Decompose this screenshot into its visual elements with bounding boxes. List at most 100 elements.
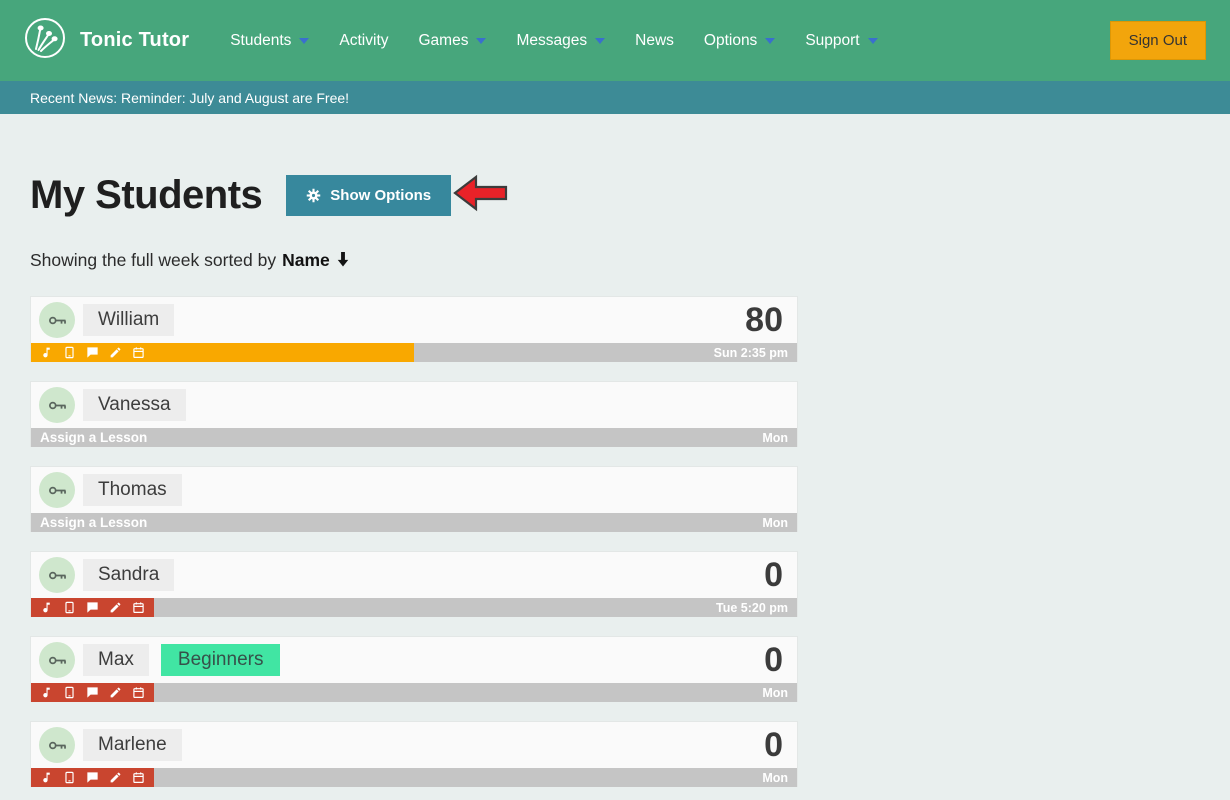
student-row-top: Thomas bbox=[31, 467, 797, 513]
page-title: My Students bbox=[30, 173, 262, 218]
comment-icon[interactable] bbox=[86, 346, 99, 359]
tablet-icon[interactable] bbox=[63, 686, 76, 699]
student-name[interactable]: Sandra bbox=[83, 559, 174, 591]
nav-item-news[interactable]: News bbox=[620, 0, 689, 81]
calendar-icon[interactable] bbox=[132, 771, 145, 784]
nav-item-students[interactable]: Students bbox=[215, 0, 324, 81]
activity-bar: Tue 5:20 pm bbox=[31, 598, 797, 617]
tablet-icon[interactable] bbox=[63, 601, 76, 614]
title-row: My Students Show Options bbox=[30, 172, 1200, 219]
tonic-tutor-notes-logo[interactable] bbox=[24, 17, 80, 64]
last-activity-time: Mon bbox=[762, 431, 788, 445]
show-options-button[interactable]: Show Options bbox=[286, 175, 451, 216]
assign-lesson-link[interactable]: Assign a Lesson bbox=[40, 515, 147, 530]
news-banner: Recent News: Reminder: July and August a… bbox=[0, 81, 1230, 114]
comment-icon[interactable] bbox=[86, 771, 99, 784]
activity-bar: Sun 2:35 pm bbox=[31, 343, 797, 362]
student-name[interactable]: Vanessa bbox=[83, 389, 186, 421]
student-row-top: Vanessa bbox=[31, 382, 797, 428]
last-activity-time: Mon bbox=[762, 771, 788, 785]
music-note-icon[interactable] bbox=[40, 601, 53, 614]
last-activity-time: Mon bbox=[762, 516, 788, 530]
nav-item-activity[interactable]: Activity bbox=[324, 0, 403, 81]
nav-item-label: Messages bbox=[516, 32, 587, 50]
app-header: Tonic Tutor Students Activity Games Mess… bbox=[0, 0, 1230, 81]
nav-item-label: Options bbox=[704, 32, 757, 50]
activity-bar-track: Sun 2:35 pm bbox=[414, 343, 797, 362]
student-row-top: Max Beginners 0 bbox=[31, 637, 797, 683]
student-row: Max Beginners 0 bbox=[30, 636, 798, 702]
pencil-icon[interactable] bbox=[109, 346, 122, 359]
last-activity-time: Mon bbox=[762, 686, 788, 700]
activity-bar: Mon bbox=[31, 683, 797, 702]
calendar-icon[interactable] bbox=[132, 346, 145, 359]
score-value: 0 bbox=[764, 641, 783, 680]
key-icon bbox=[39, 727, 75, 763]
student-row-top: Marlene 0 bbox=[31, 722, 797, 768]
pencil-icon[interactable] bbox=[109, 771, 122, 784]
tablet-icon[interactable] bbox=[63, 771, 76, 784]
tablet-icon[interactable] bbox=[63, 346, 76, 359]
progress-bar-segment bbox=[31, 598, 154, 617]
activity-bar: Assign a Lesson Mon bbox=[31, 428, 797, 447]
nav-item-options[interactable]: Options bbox=[689, 0, 790, 81]
nav-item-label: Students bbox=[230, 32, 291, 50]
student-row: Sandra 0 bbox=[30, 551, 798, 617]
brand-title[interactable]: Tonic Tutor bbox=[80, 29, 189, 52]
list-subtitle: Showing the full week sorted by Name bbox=[30, 249, 1200, 272]
last-activity-time: Tue 5:20 pm bbox=[716, 601, 788, 615]
gear-icon bbox=[306, 188, 321, 203]
student-row: William 80 bbox=[30, 296, 798, 362]
music-note-icon[interactable] bbox=[40, 346, 53, 359]
student-name[interactable]: Marlene bbox=[83, 729, 182, 761]
activity-bar-track: Assign a Lesson Mon bbox=[31, 513, 797, 532]
calendar-icon[interactable] bbox=[132, 601, 145, 614]
music-note-icon[interactable] bbox=[40, 771, 53, 784]
student-name[interactable]: Max bbox=[83, 644, 149, 676]
key-icon bbox=[39, 387, 75, 423]
activity-bar-track: Tue 5:20 pm bbox=[154, 598, 797, 617]
student-row-top: Sandra 0 bbox=[31, 552, 797, 598]
last-activity-time: Sun 2:35 pm bbox=[714, 346, 788, 360]
caret-down-icon bbox=[299, 38, 309, 44]
sort-field-label[interactable]: Name bbox=[282, 250, 330, 271]
nav-item-label: Support bbox=[805, 32, 859, 50]
progress-bar-segment bbox=[31, 768, 154, 787]
student-row-top: William 80 bbox=[31, 297, 797, 343]
main-nav: Students Activity Games Messages News Op… bbox=[215, 0, 892, 81]
comment-icon[interactable] bbox=[86, 601, 99, 614]
student-row: Vanessa Assign a Lesson Mon bbox=[30, 381, 798, 447]
calendar-icon[interactable] bbox=[132, 686, 145, 699]
score-value: 0 bbox=[764, 726, 783, 765]
score-value: 0 bbox=[764, 556, 783, 595]
assign-lesson-link[interactable]: Assign a Lesson bbox=[40, 430, 147, 445]
music-note-icon[interactable] bbox=[40, 686, 53, 699]
student-list: William 80 bbox=[30, 296, 798, 787]
nav-item-games[interactable]: Games bbox=[404, 0, 502, 81]
pencil-icon[interactable] bbox=[109, 601, 122, 614]
caret-down-icon bbox=[595, 38, 605, 44]
arrow-down-icon bbox=[336, 251, 350, 272]
nav-item-label: Activity bbox=[339, 32, 388, 50]
student-name[interactable]: Thomas bbox=[83, 474, 182, 506]
news-banner-text: Recent News: Reminder: July and August a… bbox=[30, 90, 349, 106]
comment-icon[interactable] bbox=[86, 686, 99, 699]
nav-item-label: Games bbox=[419, 32, 469, 50]
nav-item-label: News bbox=[635, 32, 674, 50]
student-row: Thomas Assign a Lesson Mon bbox=[30, 466, 798, 532]
pencil-icon[interactable] bbox=[109, 686, 122, 699]
subtitle-text: Showing the full week sorted by bbox=[30, 250, 276, 271]
key-icon bbox=[39, 302, 75, 338]
nav-item-support[interactable]: Support bbox=[790, 0, 892, 81]
main-content: My Students Show Options bbox=[0, 172, 1230, 787]
sign-out-button[interactable]: Sign Out bbox=[1110, 21, 1206, 60]
nav-item-messages[interactable]: Messages bbox=[501, 0, 620, 81]
progress-bar-segment bbox=[31, 343, 414, 362]
student-row: Marlene 0 bbox=[30, 721, 798, 787]
student-name[interactable]: William bbox=[83, 304, 174, 336]
key-icon bbox=[39, 557, 75, 593]
key-icon bbox=[39, 472, 75, 508]
activity-bar: Mon bbox=[31, 768, 797, 787]
activity-bar-track: Assign a Lesson Mon bbox=[31, 428, 797, 447]
activity-bar-track: Mon bbox=[154, 768, 797, 787]
